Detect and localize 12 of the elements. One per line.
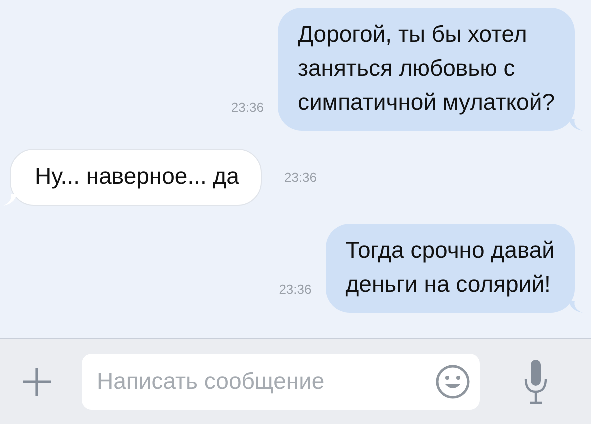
bubble-tail <box>569 119 583 131</box>
bubble-tail <box>3 194 17 206</box>
bubble-tail <box>569 301 583 313</box>
message-time: 23:36 <box>283 170 318 185</box>
message-bubble: Ну... наверное... да <box>10 149 262 206</box>
message-bubble: Дорогой, ты бы хотел заняться любовью с симпатичной мулаткой? <box>278 8 575 131</box>
message-bubble: Тогда срочно давай деньги на солярий! <box>326 224 575 313</box>
message-input-field[interactable]: Написать сообщение <box>82 354 480 410</box>
message-time: 23:36 <box>231 100 264 117</box>
microphone-icon[interactable] <box>523 358 549 404</box>
smiley-icon[interactable] <box>435 364 471 400</box>
message-time: 23:36 <box>279 282 312 299</box>
